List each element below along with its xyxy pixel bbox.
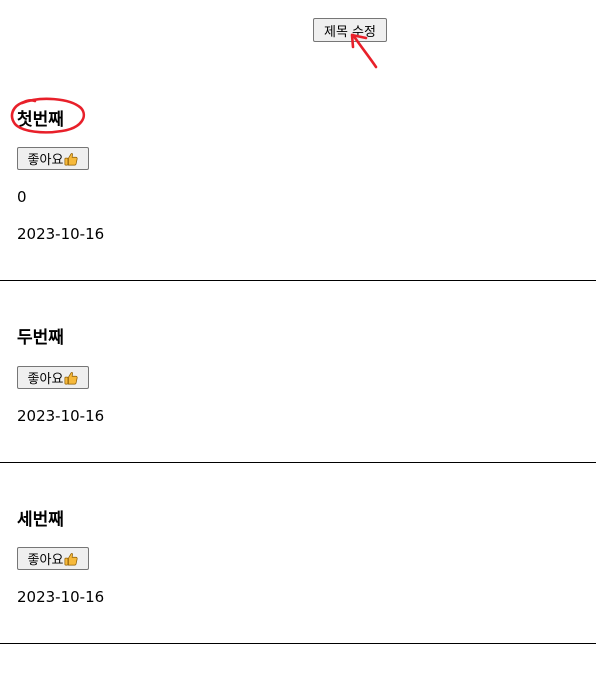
post-title: 첫번째 <box>17 110 64 130</box>
post-date: 2023-10-16 <box>17 407 105 425</box>
like-button[interactable]: 좋아요 <box>17 547 89 570</box>
like-button-label: 좋아요 <box>27 372 64 387</box>
like-button[interactable]: 좋아요 <box>17 366 89 389</box>
thumbs-up-icon <box>64 552 78 565</box>
like-button-label: 좋아요 <box>27 153 64 168</box>
post-divider <box>0 462 596 463</box>
like-button[interactable]: 좋아요 <box>17 147 89 170</box>
post-date: 2023-10-16 <box>17 588 105 606</box>
annotation-overlay <box>10 33 378 134</box>
like-count: 0 <box>17 188 27 206</box>
post-divider <box>0 280 596 281</box>
post-title: 세번째 <box>17 510 64 530</box>
post-title: 두번째 <box>17 328 64 348</box>
thumbs-up-icon <box>64 152 78 165</box>
thumbs-up-icon <box>64 371 78 384</box>
post-date: 2023-10-16 <box>17 225 105 243</box>
edit-title-button[interactable]: 제목 수정 <box>313 18 387 42</box>
post-divider <box>0 643 596 644</box>
like-button-label: 좋아요 <box>27 553 64 568</box>
